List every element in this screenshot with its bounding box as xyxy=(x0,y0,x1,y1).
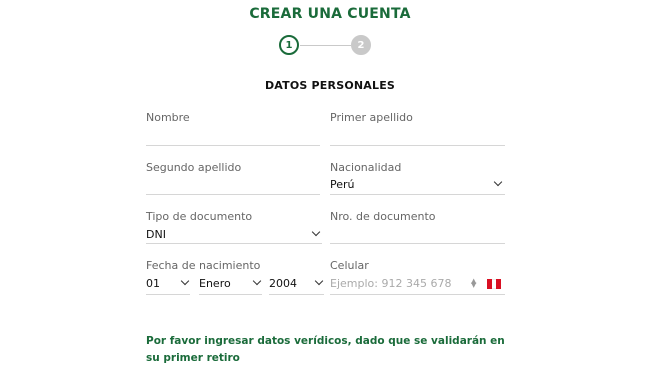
tipo-documento-value: DNI xyxy=(146,228,166,241)
section-title: DATOS PERSONALES xyxy=(264,79,396,92)
year-underline xyxy=(269,294,324,295)
nacionalidad-select[interactable]: Nacionalidad Perú xyxy=(330,161,505,197)
primer-apellido-underline xyxy=(330,145,505,146)
tipo-documento-label: Tipo de documento xyxy=(146,210,253,223)
celular-placeholder: Ejemplo: 912 345 678 xyxy=(330,277,452,290)
page-title: CREAR UNA CUENTA xyxy=(249,6,411,22)
day-value: 01 xyxy=(146,277,160,290)
month-underline xyxy=(199,294,262,295)
primer-apellido-field[interactable]: Primer apellido xyxy=(330,111,505,147)
nro-documento-field[interactable]: Nro. de documento xyxy=(330,210,505,246)
celular-label: Celular xyxy=(330,259,369,272)
segundo-apellido-field[interactable]: Segundo apellido xyxy=(146,161,320,197)
nombre-label: Nombre xyxy=(146,111,190,124)
chevron-down-icon xyxy=(493,177,503,187)
step-1: 1 xyxy=(279,35,299,55)
celular-underline xyxy=(330,294,505,295)
segundo-apellido-underline xyxy=(146,194,320,195)
nombre-underline xyxy=(146,145,320,146)
fecha-nacimiento-group: Fecha de nacimiento 01 Enero 2004 xyxy=(146,259,326,297)
step-connector xyxy=(300,45,351,46)
day-underline xyxy=(146,294,190,295)
peru-flag-icon[interactable] xyxy=(487,279,502,289)
verification-notice: Por favor ingresar datos verídicos, dado… xyxy=(146,335,505,364)
chevron-down-icon xyxy=(314,276,324,286)
chevron-down-icon xyxy=(252,276,262,286)
nacionalidad-value: Perú xyxy=(330,178,355,191)
nombre-field[interactable]: Nombre xyxy=(146,111,320,147)
number-spinner-icon[interactable]: ▲ ▼ xyxy=(471,278,476,289)
fecha-nacimiento-label: Fecha de nacimiento xyxy=(146,259,261,272)
step-indicator: 1 2 xyxy=(279,35,374,57)
segundo-apellido-label: Segundo apellido xyxy=(146,161,242,174)
month-value: Enero xyxy=(199,277,231,290)
nacionalidad-label: Nacionalidad xyxy=(330,161,402,174)
nro-documento-label: Nro. de documento xyxy=(330,210,436,223)
year-select[interactable]: 2004 xyxy=(269,275,324,295)
tipo-documento-select[interactable]: Tipo de documento DNI xyxy=(146,210,322,246)
month-select[interactable]: Enero xyxy=(199,275,262,295)
day-select[interactable]: 01 xyxy=(146,275,190,295)
celular-field[interactable]: Celular Ejemplo: 912 345 678 ▲ ▼ xyxy=(330,259,505,297)
year-value: 2004 xyxy=(269,277,297,290)
nacionalidad-underline xyxy=(330,194,505,195)
nro-documento-underline xyxy=(330,243,505,244)
chevron-down-icon xyxy=(311,227,321,237)
step-2: 2 xyxy=(351,35,371,55)
primer-apellido-label: Primer apellido xyxy=(330,111,413,124)
tipo-documento-underline xyxy=(146,243,322,244)
chevron-down-icon xyxy=(180,276,190,286)
